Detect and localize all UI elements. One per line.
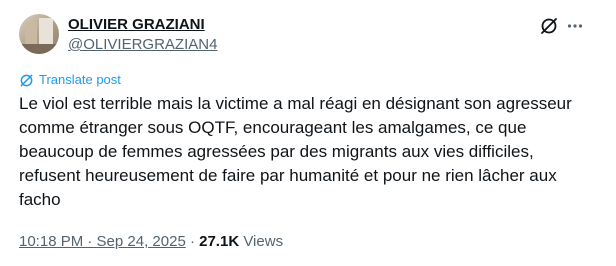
- translate-post-link[interactable]: Translate post: [19, 72, 121, 88]
- author-display-name[interactable]: OLIVIER GRAZIANI: [68, 15, 205, 35]
- post-text-line: beaucoup de femmes agressées par des mig…: [19, 142, 534, 161]
- translate-post-label: Translate post: [39, 72, 121, 87]
- views-count: 27.1K: [199, 233, 240, 250]
- post-timestamp[interactable]: 10:18 PM · Sep 24, 2025: [19, 233, 186, 250]
- translate-icon: [20, 74, 33, 86]
- grok-icon: [541, 18, 557, 34]
- post-text-line: Le viol est terrible mais la victime a m…: [19, 94, 572, 113]
- post-text-line: refusent heureusement de faire par human…: [19, 166, 557, 185]
- author-handle[interactable]: @OLIVIERGRAZIAN4: [68, 35, 217, 55]
- views-label: Views: [239, 233, 284, 250]
- avatar[interactable]: [19, 14, 59, 54]
- post-text: Le viol est terrible mais la victime a m…: [19, 92, 599, 212]
- post-meta: 10:18 PM · Sep 24, 2025 · 27.1K Views: [19, 232, 283, 252]
- more-options-button[interactable]: [564, 15, 586, 37]
- post-text-line: comme étranger sous OQTF, encourageant l…: [19, 118, 527, 137]
- more-icon: [567, 24, 583, 28]
- grok-button[interactable]: [538, 15, 560, 37]
- meta-separator: ·: [185, 233, 200, 250]
- post-text-line: facho: [19, 190, 61, 209]
- post: OLIVIER GRAZIANI @OLIVIERGRAZIAN4 Transl…: [0, 0, 616, 266]
